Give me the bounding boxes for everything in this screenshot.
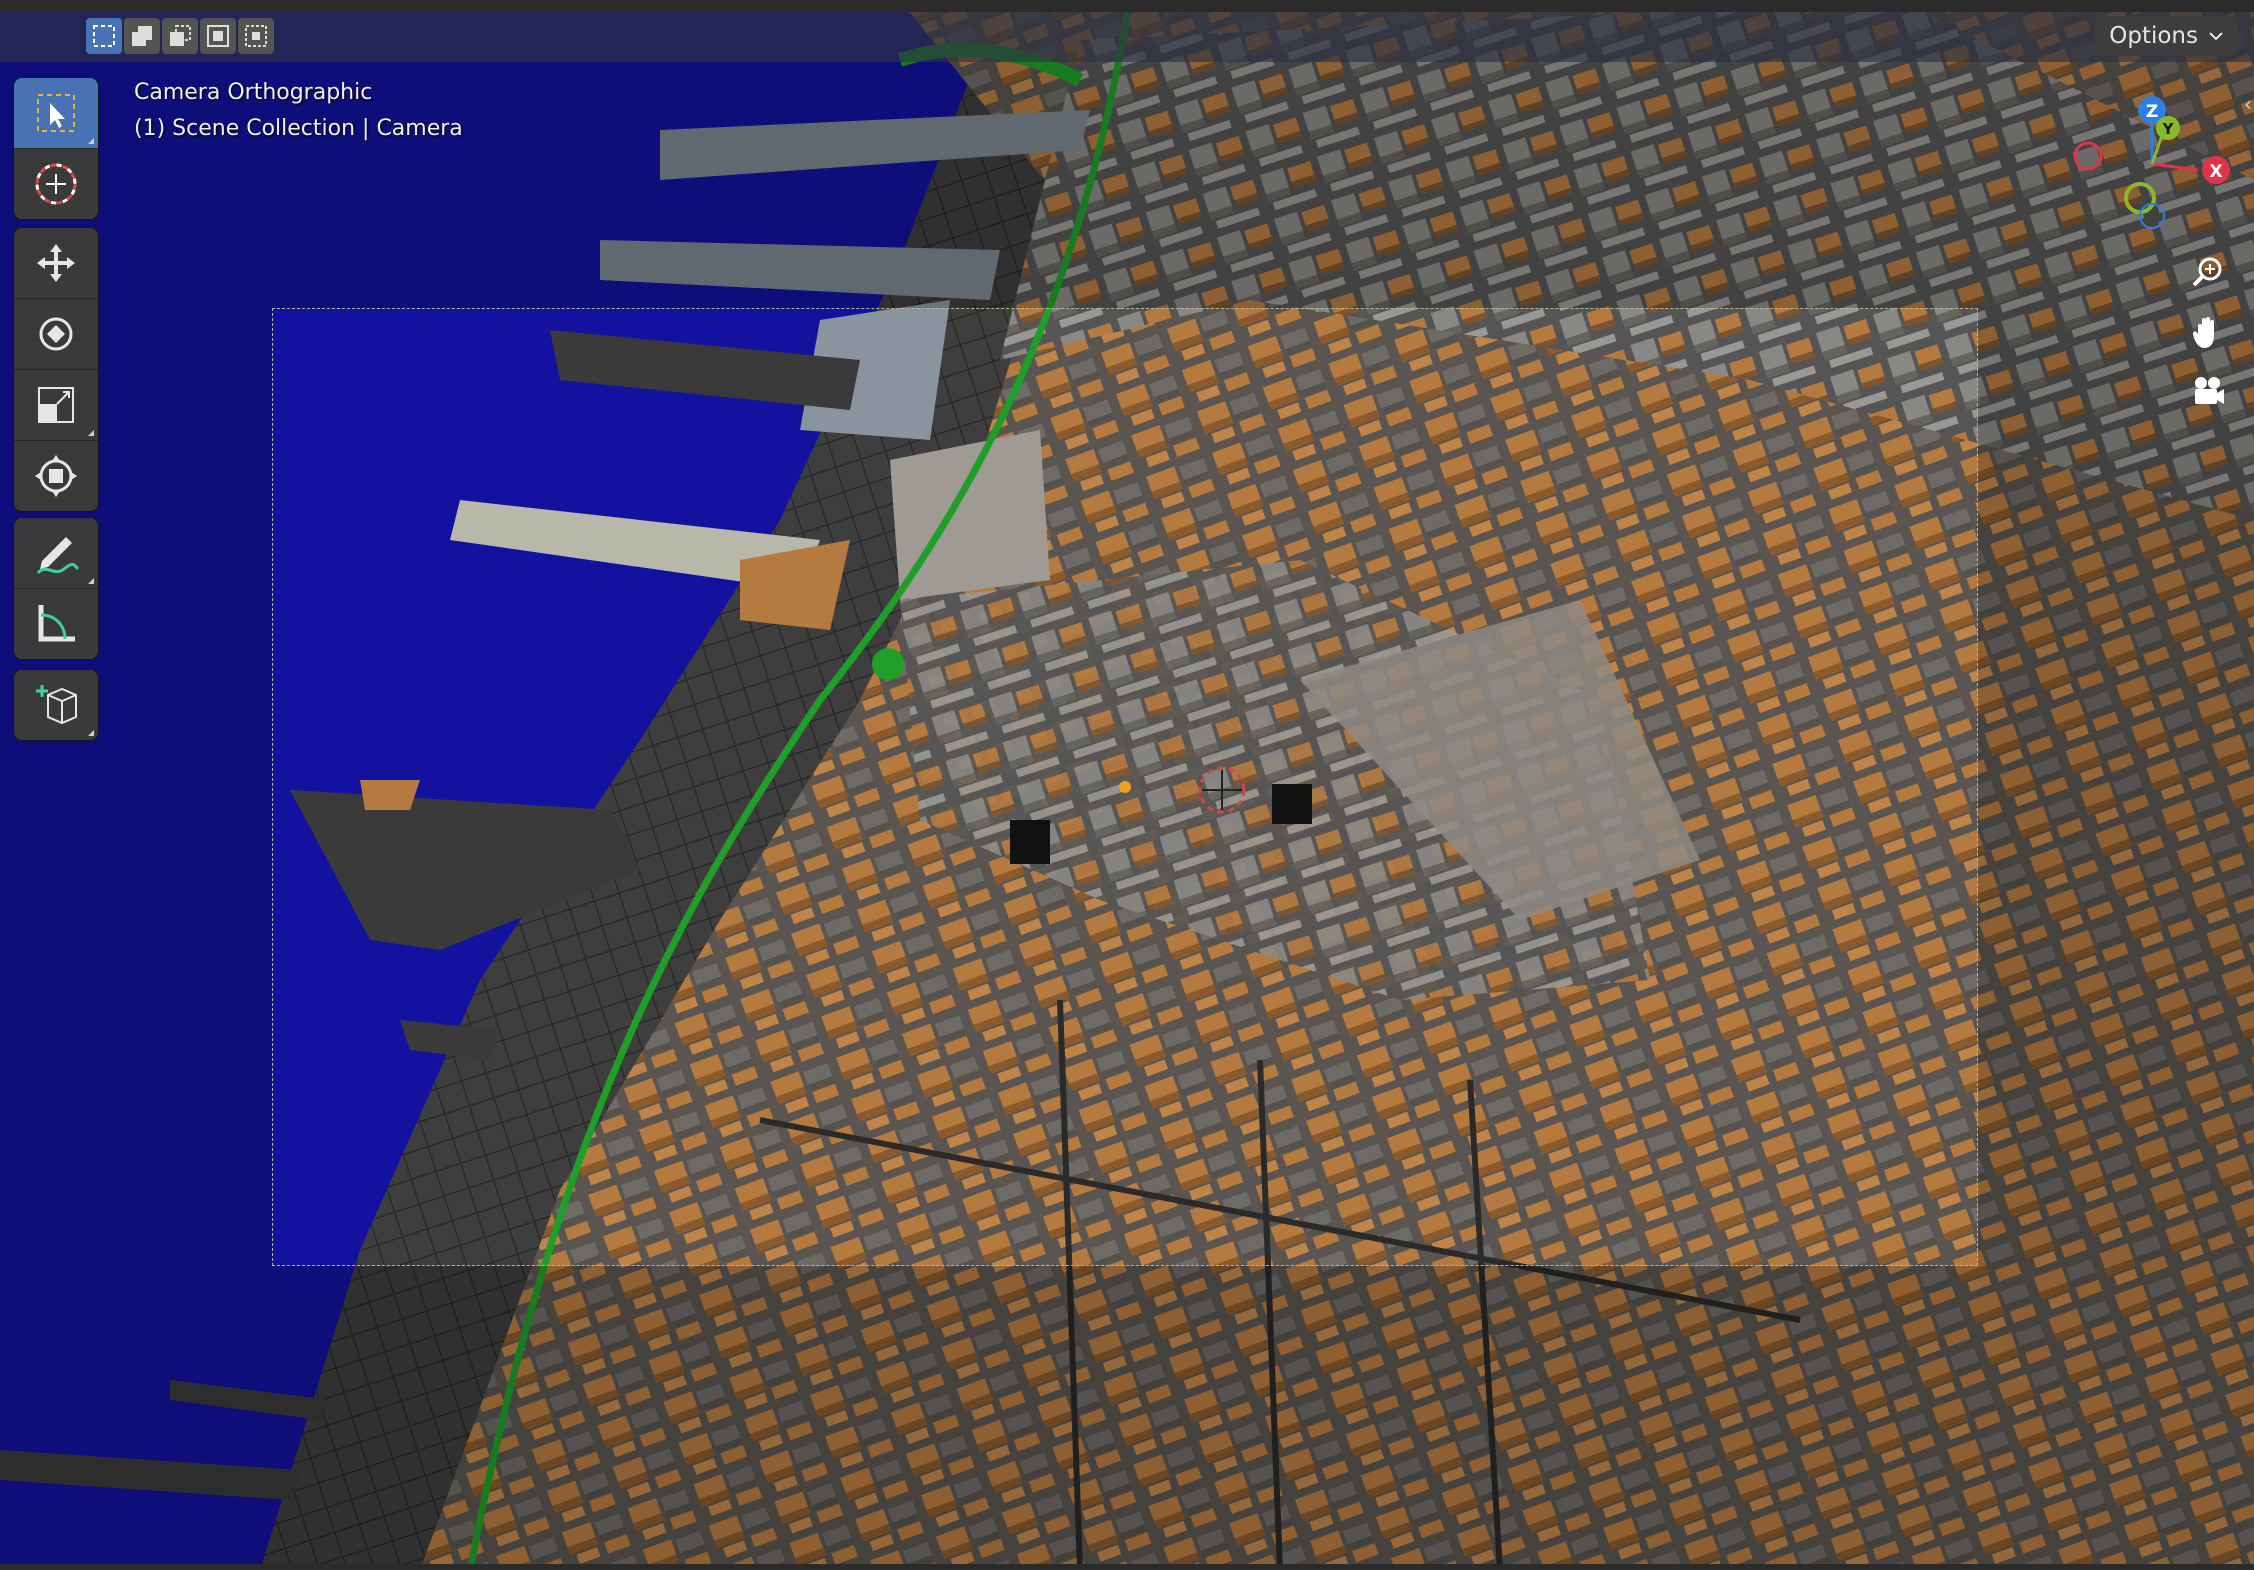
camera-view-icon bbox=[2195, 377, 2224, 404]
select-intersect-icon bbox=[245, 25, 267, 47]
add-cube-icon bbox=[36, 685, 77, 725]
zoom-icon bbox=[2192, 257, 2222, 287]
bottom-edge bbox=[0, 1564, 2254, 1570]
object-origin bbox=[1119, 781, 1131, 793]
tool-rotate[interactable] bbox=[14, 299, 98, 370]
select-new-icon bbox=[93, 25, 115, 47]
select-invert-button[interactable] bbox=[200, 18, 236, 54]
tool-scale[interactable] bbox=[14, 370, 98, 441]
view-name: Camera Orthographic bbox=[134, 80, 373, 105]
axis-gizmo-icon: Z Y X bbox=[2073, 96, 2230, 229]
axis-y-label: Y bbox=[2162, 120, 2175, 138]
move-icon bbox=[37, 244, 75, 282]
camera-view-button[interactable] bbox=[2184, 368, 2232, 416]
tool-select-box[interactable] bbox=[14, 78, 98, 149]
top-edge bbox=[0, 0, 2254, 12]
tool-group-select bbox=[14, 78, 98, 219]
transform-icon bbox=[35, 455, 77, 497]
select-extend-button[interactable] bbox=[124, 18, 160, 54]
tool-transform[interactable] bbox=[14, 441, 98, 511]
tool-group-annotate bbox=[14, 518, 98, 659]
cursor-icon bbox=[35, 163, 77, 205]
options-dropdown[interactable]: Options bbox=[2095, 16, 2238, 56]
select-extend-icon bbox=[132, 26, 152, 46]
tool-move[interactable] bbox=[14, 228, 98, 299]
chevron-down-icon bbox=[2209, 32, 2223, 41]
pan-button[interactable] bbox=[2184, 308, 2232, 356]
collection-info: (1) Scene Collection | Camera bbox=[134, 116, 463, 141]
rotate-icon bbox=[39, 317, 73, 351]
measure-icon bbox=[38, 605, 75, 642]
zoom-button[interactable] bbox=[2184, 248, 2232, 296]
select-subtract-button[interactable] bbox=[162, 18, 198, 54]
tool-group-transform bbox=[14, 228, 98, 511]
axis-z-label: Z bbox=[2146, 102, 2158, 122]
city-scene bbox=[0, 0, 2254, 1570]
tool-add-cube[interactable] bbox=[14, 670, 98, 740]
tool-group-add bbox=[14, 670, 98, 740]
select-subtract-icon bbox=[170, 25, 191, 46]
annotate-icon bbox=[36, 537, 80, 575]
3d-viewport[interactable] bbox=[0, 0, 2254, 1570]
selection-mode-group bbox=[86, 18, 274, 56]
scale-icon bbox=[38, 387, 74, 423]
axis-x-label: X bbox=[2209, 162, 2222, 182]
sidebar-toggle-icon[interactable]: ‹ bbox=[2244, 92, 2252, 116]
tool-measure[interactable] bbox=[14, 589, 98, 659]
options-label: Options bbox=[2109, 23, 2198, 49]
select-box-icon bbox=[37, 94, 75, 132]
select-intersect-button[interactable] bbox=[238, 18, 274, 54]
select-new-button[interactable] bbox=[86, 18, 122, 54]
tool-annotate[interactable] bbox=[14, 518, 98, 589]
navigation-gizmo[interactable]: Z Y X bbox=[2068, 84, 2238, 244]
select-invert-icon bbox=[207, 25, 229, 47]
pan-hand-icon bbox=[2192, 317, 2214, 348]
tool-cursor[interactable] bbox=[14, 149, 98, 219]
